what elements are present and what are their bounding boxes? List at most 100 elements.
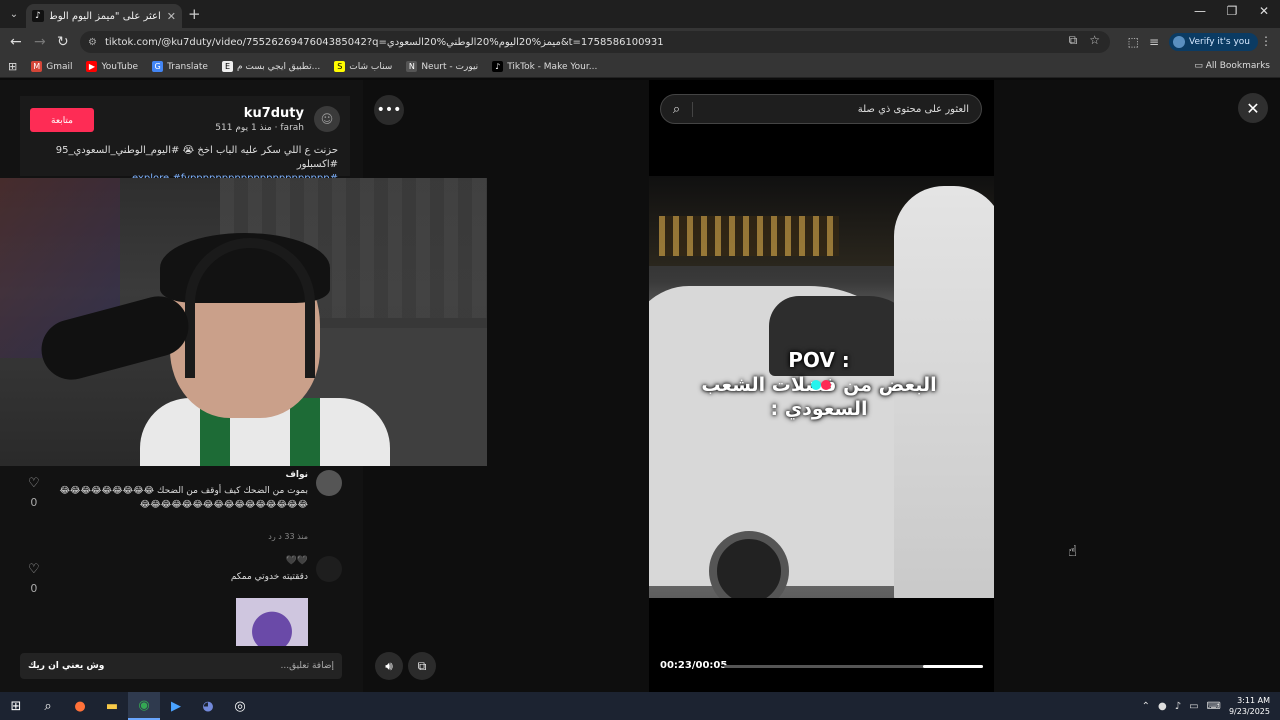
heart-icon[interactable]: ♡ [28, 476, 40, 491]
comment-meta[interactable]: منذ 33 د رد [268, 532, 308, 541]
bookmark-snapchat[interactable]: S سناب شات [334, 61, 392, 72]
commenter-name[interactable]: نواف [285, 470, 308, 480]
close-window-icon[interactable]: ✕ [1248, 4, 1280, 18]
keyboard-icon[interactable]: ⌨ [1207, 701, 1221, 712]
tiktok-logo-dot [811, 380, 821, 390]
verify-label: Verify it's you [1189, 37, 1250, 47]
chrome-icon[interactable]: ◉ [128, 692, 160, 720]
profile-avatar-icon [1173, 36, 1186, 48]
active-tab[interactable]: ♪ اعثر على "ميمز اليوم الوطني ✕ [26, 4, 182, 28]
heart-icon[interactable]: ♡ [28, 562, 40, 577]
bookmarks-bar: ⊞ M Gmail ▶ YouTube G Translate E تطبيق ايجي… [0, 56, 1280, 78]
commenter-avatar[interactable] [316, 556, 342, 582]
clock-time: 3:11 AM [1237, 696, 1270, 705]
search-input[interactable]: العثور على محتوى ذي صلة [693, 104, 981, 115]
bookmark-neurt[interactable]: N Neurt - نيورت [406, 61, 478, 72]
seek-bar[interactable] [724, 665, 983, 668]
install-app-icon[interactable]: ⧉ [1069, 33, 1078, 48]
streamer-webcam-image [0, 178, 487, 466]
playback-time: 00:23/00:05 [660, 660, 728, 671]
windows-taskbar: ⊞ ⌕ ● ▬ ◉ ▶ ◕ ◎ ⌃ ● ♪ ▭ ⌨ 3:11 AM 9/23/2… [0, 692, 1280, 720]
restore-icon[interactable]: ❐ [1216, 4, 1248, 18]
site-info-icon[interactable]: ⚙ [88, 37, 97, 48]
system-tray: ⌃ ● ♪ ▭ ⌨ 3:11 AM 9/23/2025 [1142, 692, 1270, 720]
forward-icon[interactable]: → [34, 34, 46, 50]
related-search[interactable]: ⌕ العثور على محتوى ذي صلة [660, 94, 982, 124]
gmail-icon: M [31, 61, 43, 72]
author-avatar[interactable]: ☺ [314, 106, 340, 132]
tiktok-page: ☺ ku7duty farah · منذ 1 يوم 511 متابعة ح… [0, 80, 1280, 692]
media-controls-icon[interactable]: ≡ [1149, 35, 1159, 49]
tab-title: اعثر على "ميمز اليوم الوطني [50, 10, 161, 22]
more-options-button[interactable]: ••• [374, 95, 404, 125]
steam-icon[interactable]: ◎ [224, 692, 256, 720]
overlay-line-1: POV : [788, 348, 850, 372]
picture-in-picture-icon[interactable]: ⧉ [408, 652, 436, 680]
comment-text: دققتيته خدوتي ممكم [230, 572, 308, 582]
bookmark-egybest[interactable]: E تطبيق ايجي بست م... [221, 61, 320, 72]
overlay-text: وش يعني ان ريك [28, 661, 105, 671]
apps-icon[interactable]: ⊞ [8, 60, 17, 73]
start-icon[interactable]: ⊞ [0, 692, 32, 720]
bookmark-gmail[interactable]: M Gmail [31, 61, 72, 72]
author-meta: farah · منذ 1 يوم 511 [215, 123, 304, 133]
bookmark-star-icon[interactable]: ☆ [1089, 33, 1100, 48]
all-bookmarks-button[interactable]: ▭ All Bookmarks [1194, 61, 1270, 71]
comment-input[interactable]: وش يعني ان ريك إضافة تعليق... [20, 653, 342, 679]
follow-button[interactable]: متابعة [30, 108, 94, 132]
caption-text: حزنت ع اللي سكر عليه الباب اخخ 😭 #اليوم_… [55, 145, 338, 170]
minimize-icon[interactable]: — [1184, 4, 1216, 18]
bookmark-translate[interactable]: G Translate [152, 61, 208, 72]
bookmark-youtube[interactable]: ▶ YouTube [86, 61, 138, 72]
microphone-icon[interactable]: ● [1158, 701, 1167, 712]
overlay-line-3: السعودي : [770, 398, 868, 420]
new-tab-button[interactable]: + [188, 5, 201, 23]
toolbar-right: ⬚ ≡ Verify it's you [1128, 33, 1258, 51]
youtube-icon: ▶ [86, 61, 98, 72]
tiktok-icon: ♪ [492, 61, 504, 72]
url-text: tiktok.com/@ku7duty/video/75526269476043… [104, 36, 664, 48]
tiktok-favicon-icon: ♪ [32, 10, 44, 22]
author-username[interactable]: ku7duty [244, 106, 304, 121]
system-clock[interactable]: 3:11 AM 9/23/2025 [1229, 695, 1270, 717]
firefox-icon[interactable]: ● [64, 692, 96, 720]
window-controls: — ❐ ✕ [1184, 4, 1280, 18]
reload-icon[interactable]: ↻ [57, 34, 69, 50]
comment-image[interactable] [236, 598, 308, 646]
commenter-name[interactable]: 🖤🖤 [286, 556, 308, 566]
verify-profile-button[interactable]: Verify it's you [1169, 33, 1258, 51]
comment-text: بموت من الضحك كيف أوقف من الضحك 😂😂😂😂😂😂😂😂… [59, 486, 308, 510]
comment-item: 🖤🖤 دققتيته خدوتي ممكم ♡ 0 [20, 556, 350, 646]
commenter-avatar[interactable] [316, 470, 342, 496]
tab-close-icon[interactable]: ✕ [167, 10, 176, 23]
video-player: ⌕ العثور على محتوى ذي صلة POV : البعض من… [649, 80, 994, 692]
volume-icon[interactable]: 🔊︎ [375, 652, 403, 680]
translate-icon: G [152, 61, 164, 72]
chevron-up-icon[interactable]: ⌃ [1142, 701, 1150, 712]
comment-like[interactable]: ♡ 0 [28, 562, 40, 596]
discord-icon[interactable]: ◕ [192, 692, 224, 720]
address-bar[interactable]: ⚙ tiktok.com/@ku7duty/video/755262694760… [80, 31, 1110, 53]
extensions-icon[interactable]: ⬚ [1128, 35, 1139, 49]
mouse-cursor-icon: ☝ [1068, 542, 1078, 560]
video-frame[interactable]: POV : البعض من فضلات الشعب السعودي : [649, 176, 994, 598]
tab-search-icon[interactable]: ⌄ [4, 4, 24, 24]
browser-tab-strip: ⌄ ♪ اعثر على "ميمز اليوم الوطني ✕ + — ❐ … [0, 0, 1280, 28]
comment-like[interactable]: ♡ 0 [28, 476, 40, 510]
bookmark-tiktok[interactable]: ♪ TikTok - Make Your... [492, 61, 597, 72]
close-icon[interactable]: ✕ [1238, 93, 1268, 123]
search-icon[interactable]: ⌕ [661, 101, 693, 117]
speaker-icon[interactable]: ♪ [1175, 701, 1181, 712]
snapchat-icon: S [334, 61, 346, 72]
omnibox-actions: ⧉ ☆ [1069, 33, 1100, 48]
powershell-icon[interactable]: ▶ [160, 692, 192, 720]
browser-toolbar: ← → ↻ ⚙ tiktok.com/@ku7duty/video/755262… [0, 28, 1280, 56]
egybest-icon: E [221, 61, 233, 72]
network-icon[interactable]: ▭ [1189, 701, 1198, 712]
file-explorer-icon[interactable]: ▬ [96, 692, 128, 720]
neurt-icon: N [406, 61, 418, 72]
search-icon[interactable]: ⌕ [32, 692, 64, 720]
clock-date: 9/23/2025 [1228, 707, 1270, 716]
back-icon[interactable]: ← [10, 34, 22, 50]
browser-menu-icon[interactable]: ⋮ [1260, 34, 1272, 48]
